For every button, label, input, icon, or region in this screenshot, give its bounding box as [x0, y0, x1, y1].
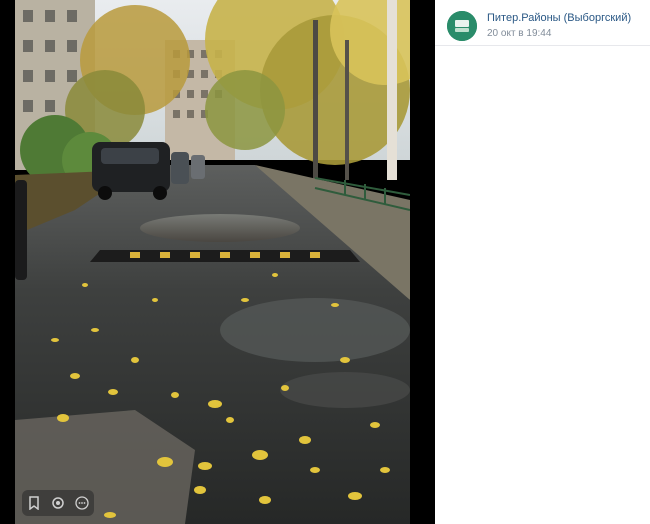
community-logo [447, 11, 477, 41]
lens-icon[interactable] [46, 491, 70, 515]
photo-toolbar [22, 490, 94, 516]
post-header: Питер.Районы (Выборгский) 20 окт в 19:44 [435, 0, 650, 46]
photo-viewer [0, 0, 435, 524]
street-photo [15, 0, 410, 524]
post-meta: Питер.Районы (Выборгский) 20 окт в 19:44 [487, 12, 631, 40]
bookmark-icon[interactable] [22, 491, 46, 515]
more-icon[interactable] [70, 491, 94, 515]
post-sidebar: Питер.Районы (Выборгский) 20 окт в 19:44 [435, 0, 650, 524]
community-avatar[interactable] [447, 11, 477, 41]
post-date[interactable]: 20 окт в 19:44 [487, 28, 631, 41]
author-name[interactable]: Питер.Районы (Выборгский) [487, 12, 631, 26]
